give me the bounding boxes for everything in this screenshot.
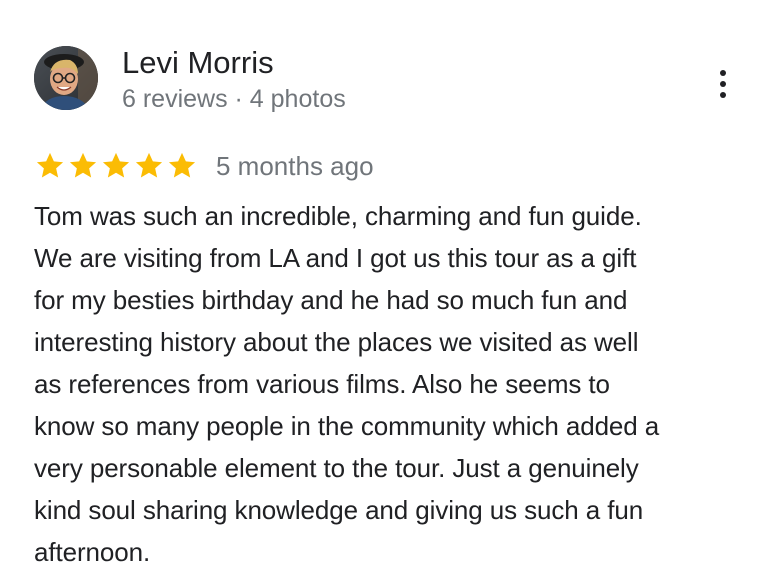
star-icon	[102, 152, 130, 178]
review-card: Levi Morris 6 reviews · 4 photos 5 month…	[0, 0, 766, 578]
review-text: Tom was such an incredible, charming and…	[34, 201, 660, 567]
review-date: 5 months ago	[216, 151, 374, 181]
star-icon	[69, 152, 97, 178]
reviewer-meta[interactable]: 6 reviews · 4 photos	[122, 82, 346, 116]
star-icon	[135, 152, 163, 178]
avatar[interactable]	[34, 46, 98, 110]
star-icon	[36, 152, 64, 178]
reviewer-name[interactable]: Levi Morris	[122, 44, 274, 82]
rating-row: 5 months ago	[34, 148, 374, 184]
star-icon	[168, 152, 196, 178]
star-rating	[34, 150, 199, 182]
avatar-photo	[34, 46, 98, 110]
more-options-button[interactable]	[708, 66, 738, 102]
